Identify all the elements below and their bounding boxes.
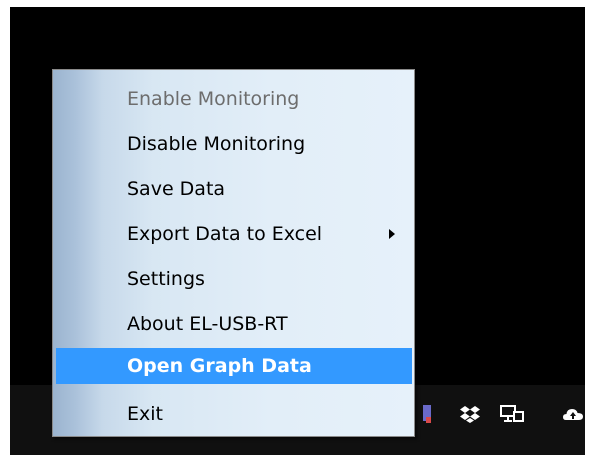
menu-item-about[interactable]: About EL-USB-RT: [56, 306, 412, 342]
menu-item-exit[interactable]: Exit: [56, 396, 412, 432]
menu-item-enable-monitoring[interactable]: Enable Monitoring: [56, 81, 412, 117]
onedrive-cloud-icon[interactable]: [562, 403, 584, 425]
menu-item-label: About EL-USB-RT: [127, 313, 288, 335]
submenu-arrow-icon: [389, 229, 395, 239]
menu-item-label: Open Graph Data: [127, 355, 312, 377]
network-icon[interactable]: [499, 403, 525, 425]
menu-item-label: Enable Monitoring: [127, 88, 300, 110]
menu-item-label: Settings: [127, 268, 205, 290]
el-usb-app-icon[interactable]: [422, 403, 434, 425]
menu-item-export-data-to-excel[interactable]: Export Data to Excel: [56, 216, 412, 252]
dropbox-icon[interactable]: [459, 403, 481, 425]
menu-item-disable-monitoring[interactable]: Disable Monitoring: [56, 126, 412, 162]
tray-context-menu: Enable Monitoring Disable Monitoring Sav…: [52, 69, 415, 437]
menu-item-label: Disable Monitoring: [127, 133, 306, 155]
menu-item-save-data[interactable]: Save Data: [56, 171, 412, 207]
menu-item-open-graph-data[interactable]: Open Graph Data: [56, 348, 412, 384]
menu-item-settings[interactable]: Settings: [56, 261, 412, 297]
menu-item-label: Save Data: [127, 178, 226, 200]
menu-item-label: Exit: [127, 403, 163, 425]
menu-item-label: Export Data to Excel: [127, 223, 323, 245]
